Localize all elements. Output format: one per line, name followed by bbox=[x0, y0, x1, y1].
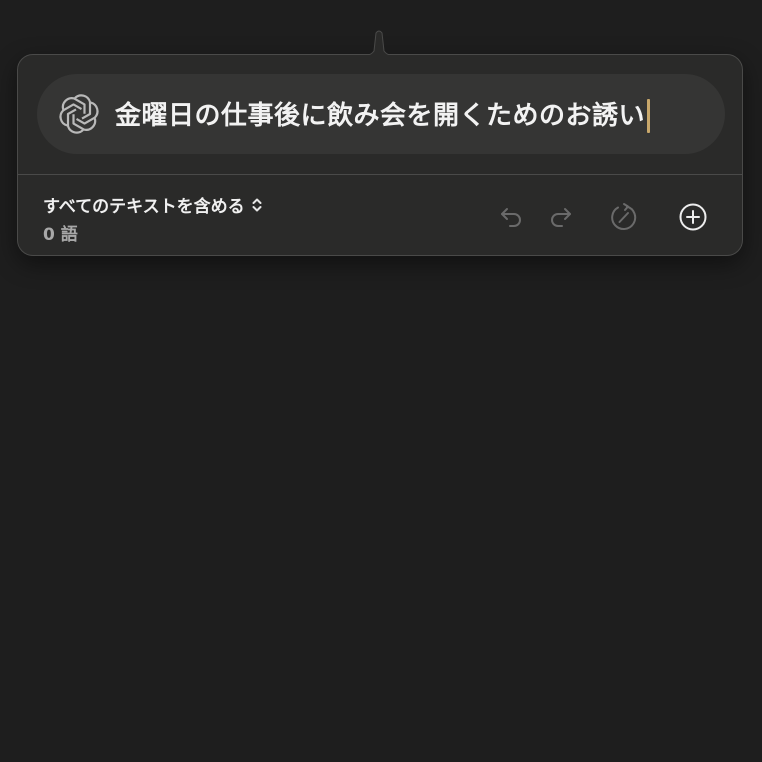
popover-caret bbox=[349, 30, 409, 56]
openai-logo-icon bbox=[57, 92, 101, 136]
screen: 金曜日の仕事後に飲み会を開くためのお誘い すべてのテキストを含める 0 語 bbox=[0, 0, 762, 762]
add-button[interactable] bbox=[678, 202, 708, 232]
scope-label: すべてのテキストを含める bbox=[43, 197, 245, 217]
undo-button[interactable] bbox=[497, 202, 527, 232]
timer-icon bbox=[611, 203, 637, 231]
plus-circle-icon bbox=[679, 203, 707, 231]
word-count: 0 語 bbox=[43, 225, 78, 245]
prompt-input[interactable]: 金曜日の仕事後に飲み会を開くためのお誘い bbox=[37, 74, 725, 154]
text-cursor bbox=[647, 99, 651, 134]
writing-tools-popover: 金曜日の仕事後に飲み会を開くためのお誘い すべてのテキストを含める 0 語 bbox=[17, 54, 743, 256]
redo-icon bbox=[551, 208, 571, 227]
timer-button[interactable] bbox=[609, 202, 639, 232]
scope-selector[interactable]: すべてのテキストを含める bbox=[43, 192, 263, 217]
chevron-up-down-icon bbox=[252, 198, 262, 211]
prompt-text: 金曜日の仕事後に飲み会を開くためのお誘い bbox=[115, 95, 651, 134]
undo-icon bbox=[501, 208, 521, 227]
divider bbox=[18, 174, 742, 175]
redo-button[interactable] bbox=[545, 202, 575, 232]
